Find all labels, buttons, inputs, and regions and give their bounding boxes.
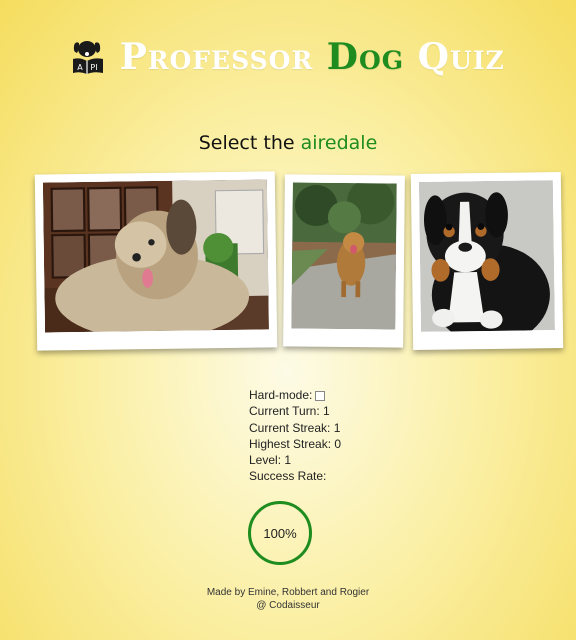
- current-streak-value: 1: [333, 420, 341, 435]
- success-rate-ring: 100%: [248, 501, 312, 565]
- level-row: Level: 1: [249, 453, 292, 468]
- breed-name: airedale: [300, 132, 378, 154]
- success-rate-label: Success Rate:: [249, 469, 327, 484]
- app-title: Professor Dog Quiz: [119, 36, 505, 78]
- stats-panel: Hard-mode: Current Turn: 1 Current Strea…: [249, 387, 341, 485]
- svg-text:A: A: [77, 63, 83, 72]
- current-streak-row: Current Streak: 1: [249, 420, 341, 435]
- level-value: 1: [284, 453, 292, 468]
- success-rate-value: 100%: [263, 525, 297, 541]
- bernese-puppy-photo: [418, 180, 555, 332]
- footer: Made by Emine, Robbert and Rogier @ Coda…: [0, 586, 576, 612]
- highest-streak-row: Highest Streak: 0: [249, 436, 342, 451]
- footer-company: @ Codaisseur: [256, 600, 320, 611]
- question-prompt: Select the airedale: [198, 132, 378, 154]
- answer-option-2[interactable]: [283, 174, 405, 348]
- dog-book-icon: A PI: [73, 41, 104, 74]
- current-turn-value: 1: [323, 404, 330, 419]
- current-turn-row: Current Turn: 1: [249, 404, 330, 419]
- header: A PI Professor Dog Quiz: [0, 36, 576, 78]
- answer-option-1[interactable]: [34, 171, 278, 351]
- footer-credits: Made by Emine, Robbert and Rogier: [206, 587, 370, 598]
- answer-option-3[interactable]: [410, 171, 564, 351]
- hard-mode-checkbox[interactable]: [315, 390, 326, 401]
- hard-mode-row: Hard-mode:: [249, 387, 341, 403]
- briard-photo: [42, 179, 269, 333]
- svg-text:PI: PI: [91, 63, 98, 72]
- retriever-photo: [291, 182, 397, 330]
- highest-streak-value: 0: [334, 436, 342, 451]
